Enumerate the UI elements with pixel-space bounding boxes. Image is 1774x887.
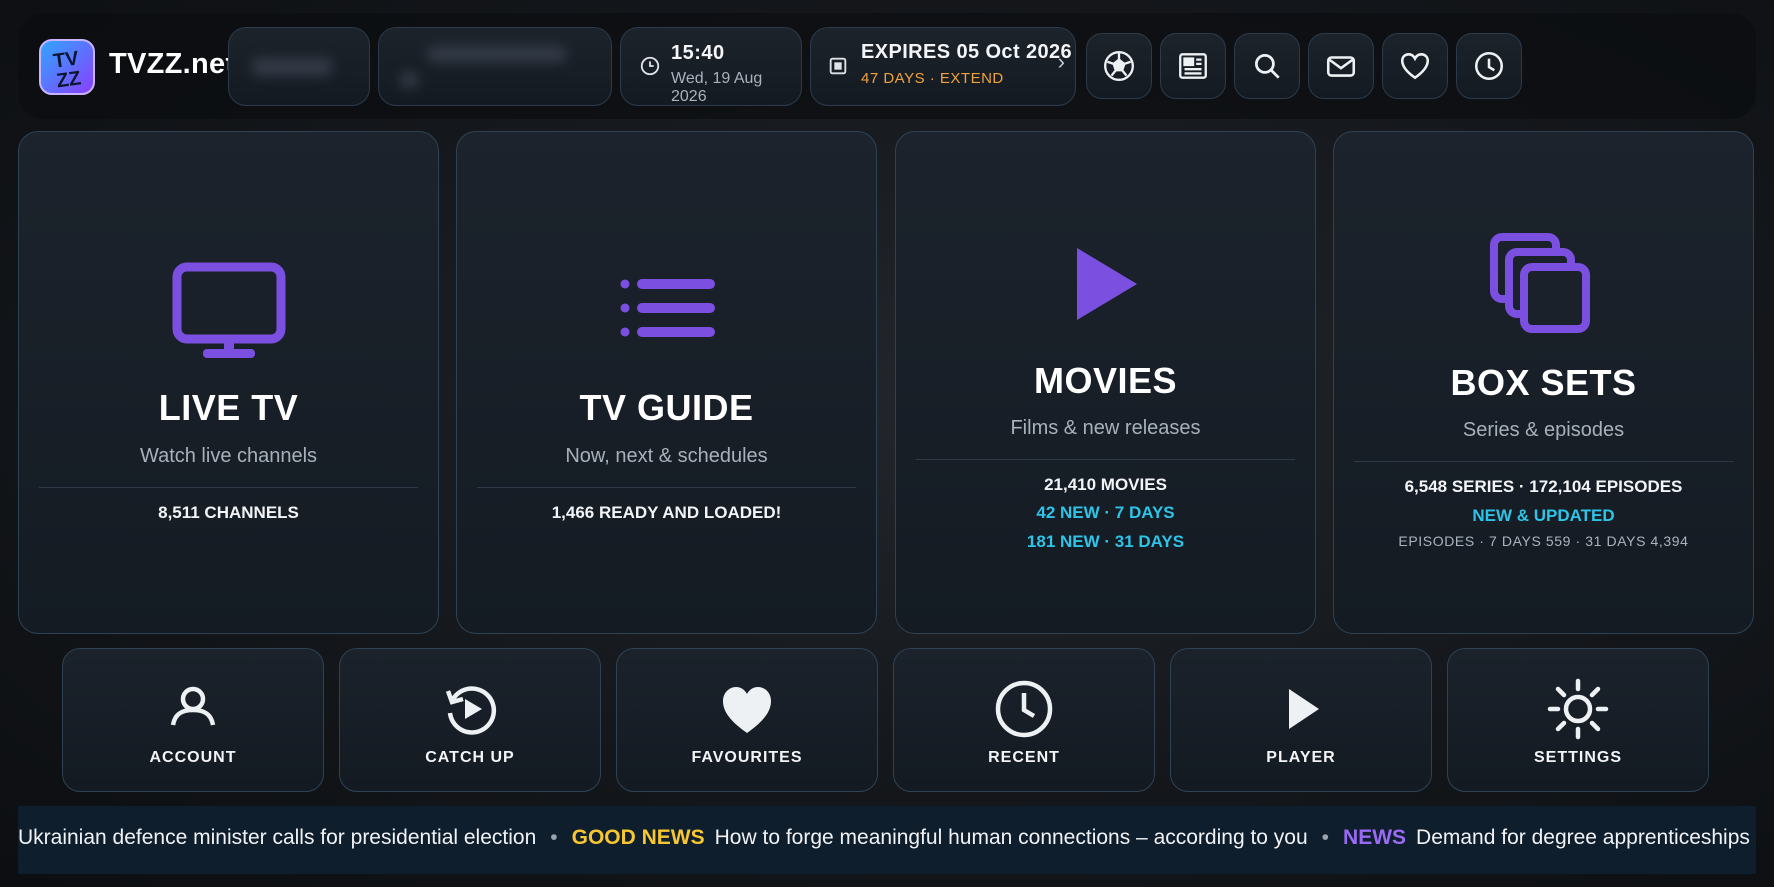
user-icon — [170, 686, 216, 726]
expiry-days-left[interactable]: 47 DAYS · EXTEND — [861, 70, 1004, 87]
subscription-icon — [829, 57, 847, 75]
card-title: MOVIES — [1033, 360, 1178, 401]
movies-card[interactable]: MOVIES Films & new releases 21,410 MOVIE… — [895, 131, 1316, 634]
divider — [916, 459, 1295, 460]
server-pill-blurred[interactable] — [378, 27, 612, 106]
replay-icon — [445, 686, 497, 735]
tile-label: ACCOUNT — [149, 749, 237, 766]
clock-pill: 15:40 Wed, 19 Aug 2026 — [620, 27, 802, 106]
ticker-item[interactable]: How to forge meaningful human connection… — [715, 826, 1308, 849]
card-title: TV GUIDE — [579, 387, 754, 428]
series-count: 6,548 SERIES · 172,104 EPISODES — [1404, 477, 1683, 496]
ticker-item[interactable]: Demand for degree apprenticeships is — [1416, 826, 1756, 849]
new-7-days: 42 NEW · 7 DAYS — [1036, 503, 1175, 522]
favourites-tile[interactable]: FAVOURITES — [616, 648, 878, 792]
expiry-pill[interactable]: EXPIRES 05 Oct 2026 47 DAYS · EXTEND › — [810, 27, 1076, 106]
soccer-ball-icon — [1104, 51, 1134, 81]
card-subtitle: Watch live channels — [139, 445, 318, 467]
tile-label: FAVOURITES — [691, 749, 803, 766]
ticker-track: Ukrainian defence minister calls for pre… — [18, 826, 1756, 850]
tile-label: PLAYER — [1266, 749, 1336, 766]
heart-icon — [1400, 53, 1430, 80]
live-tv-card[interactable]: LIVE TV Watch live channels 8,511 CHANNE… — [18, 131, 439, 634]
card-title: LIVE TV — [158, 387, 299, 428]
catch-up-tile[interactable]: CATCH UP — [339, 648, 601, 792]
clock-time: 15:40 — [671, 42, 725, 64]
ticker-tag-good-news: GOOD NEWS — [571, 826, 705, 849]
ticker-tag-news: NEWS — [1343, 826, 1407, 849]
clock-date: Wed, 19 Aug 2026 — [671, 70, 763, 105]
guide-status: 1,466 READY AND LOADED! — [551, 503, 782, 522]
tile-label: CATCH UP — [425, 749, 515, 766]
top-bar: TV ZZ TVZZ.net 15:40 Wed, 19 Aug 2026 EX… — [18, 13, 1756, 119]
brand-logo[interactable]: TV ZZ — [38, 38, 96, 96]
news-ticker: Ukrainian defence minister calls for pre… — [18, 806, 1756, 874]
card-subtitle: Films & new releases — [1010, 417, 1201, 439]
account-tile[interactable]: ACCOUNT — [62, 648, 324, 792]
search-icon — [1254, 53, 1280, 79]
svg-text:ZZ: ZZ — [55, 67, 82, 92]
play-icon — [1289, 689, 1319, 729]
news-button[interactable] — [1160, 33, 1226, 99]
sun-settings-icon — [1547, 678, 1609, 740]
heart-icon — [723, 687, 771, 733]
card-subtitle: Series & episodes — [1462, 419, 1625, 441]
new-updated: NEW & UPDATED — [1472, 506, 1615, 525]
play-icon — [1076, 248, 1137, 320]
recent-tile[interactable]: RECENT — [893, 648, 1155, 792]
clock-icon — [640, 56, 660, 76]
tile-label: RECENT — [988, 749, 1060, 766]
search-button[interactable] — [1234, 33, 1300, 99]
divider — [39, 487, 418, 488]
new-31-days: 181 NEW · 31 DAYS — [1026, 532, 1185, 551]
movie-count: 21,410 MOVIES — [1044, 475, 1167, 494]
history-button[interactable] — [1456, 33, 1522, 99]
mail-icon — [1326, 56, 1356, 77]
card-subtitle: Now, next & schedules — [565, 445, 768, 467]
tv-icon — [172, 262, 285, 358]
settings-tile[interactable]: SETTINGS — [1447, 648, 1709, 792]
mail-button[interactable] — [1308, 33, 1374, 99]
layers-icon — [1489, 233, 1590, 333]
channel-count: 8,511 CHANNELS — [158, 503, 299, 522]
tv-guide-card[interactable]: TV GUIDE Now, next & schedules 1,466 REA… — [456, 131, 877, 634]
clock-icon — [1474, 51, 1504, 81]
expiry-date: EXPIRES 05 Oct 2026 — [861, 41, 1073, 63]
favourites-button[interactable] — [1382, 33, 1448, 99]
news-icon — [1179, 53, 1207, 79]
episode-stats: EPISODES · 7 DAYS 559 · 31 DAYS 4,394 — [1398, 533, 1689, 549]
separator-dot: • — [1321, 826, 1330, 849]
sports-button[interactable] — [1086, 33, 1152, 99]
separator-dot: • — [550, 826, 558, 849]
divider — [1354, 461, 1733, 462]
divider — [477, 487, 856, 488]
list-icon — [620, 279, 715, 337]
tile-label: SETTINGS — [1533, 749, 1622, 766]
ticker-item[interactable]: Ukrainian defence minister calls for pre… — [18, 826, 536, 849]
card-title: BOX SETS — [1450, 362, 1637, 403]
player-tile[interactable]: PLAYER — [1170, 648, 1432, 792]
brand-name: TVZZ.net — [109, 48, 236, 80]
chevron-right-icon: › — [1057, 49, 1065, 74]
profile-pill-blurred[interactable] — [228, 27, 370, 106]
clock-icon — [995, 680, 1053, 738]
box-sets-card[interactable]: BOX SETS Series & episodes 6,548 SERIES … — [1333, 131, 1754, 634]
